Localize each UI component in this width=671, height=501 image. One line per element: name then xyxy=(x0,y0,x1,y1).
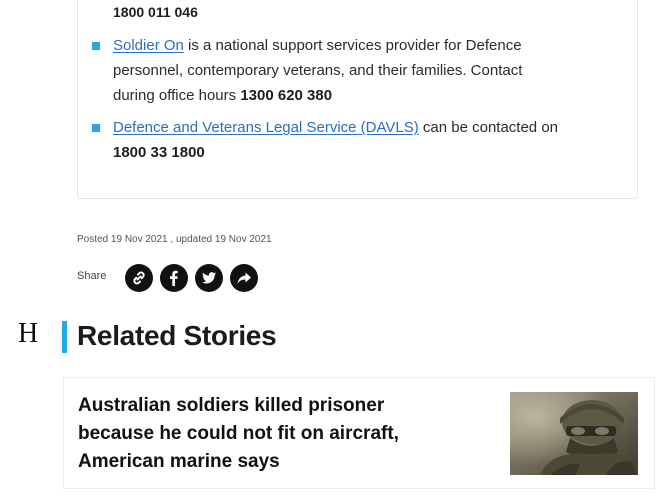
section-accent-bar xyxy=(62,321,67,353)
contact-item-soldier-on: Soldier On is a national support service… xyxy=(113,33,618,108)
list-bullet xyxy=(92,124,100,132)
contact-item-davls: Defence and Veterans Legal Service (DAVL… xyxy=(113,115,618,165)
story-thumbnail-image[interactable] xyxy=(510,392,638,475)
link-icon[interactable] xyxy=(125,264,153,292)
facebook-icon[interactable] xyxy=(160,264,188,292)
contact-item-text: can be contacted on xyxy=(418,119,559,136)
helpline-phone: 1800 011 046 xyxy=(113,4,198,20)
contact-item-text: is a national support services provider … xyxy=(183,37,522,54)
soldier-on-phone: 1300 620 380 xyxy=(240,87,333,104)
posted-timestamp: Posted 19 Nov 2021 , updated 19 Nov 2021 xyxy=(77,234,272,245)
related-story-headline[interactable]: Australian soldiers killed prisoner beca… xyxy=(78,392,478,476)
soldier-on-link[interactable]: Soldier On xyxy=(113,37,184,54)
list-bullet xyxy=(92,42,100,50)
stray-heading-letter: H xyxy=(18,318,39,349)
share-label: Share xyxy=(77,270,107,282)
soldier-photo xyxy=(510,392,638,475)
headline-line: American marine says xyxy=(78,451,280,472)
twitter-icon[interactable] xyxy=(195,264,223,292)
share-arrow-icon[interactable] xyxy=(230,264,258,292)
headline-line: Australian soldiers killed prisoner xyxy=(78,395,385,416)
related-stories-heading: Related Stories xyxy=(77,320,277,351)
davls-phone: 1800 33 1800 xyxy=(113,144,205,161)
contact-item-text: during office hours xyxy=(113,87,241,104)
davls-link[interactable]: Defence and Veterans Legal Service (DAVL… xyxy=(113,119,419,136)
headline-line: because he could not fit on aircraft, xyxy=(78,423,399,444)
contact-item-text: personnel, contemporary veterans, and th… xyxy=(113,62,523,79)
